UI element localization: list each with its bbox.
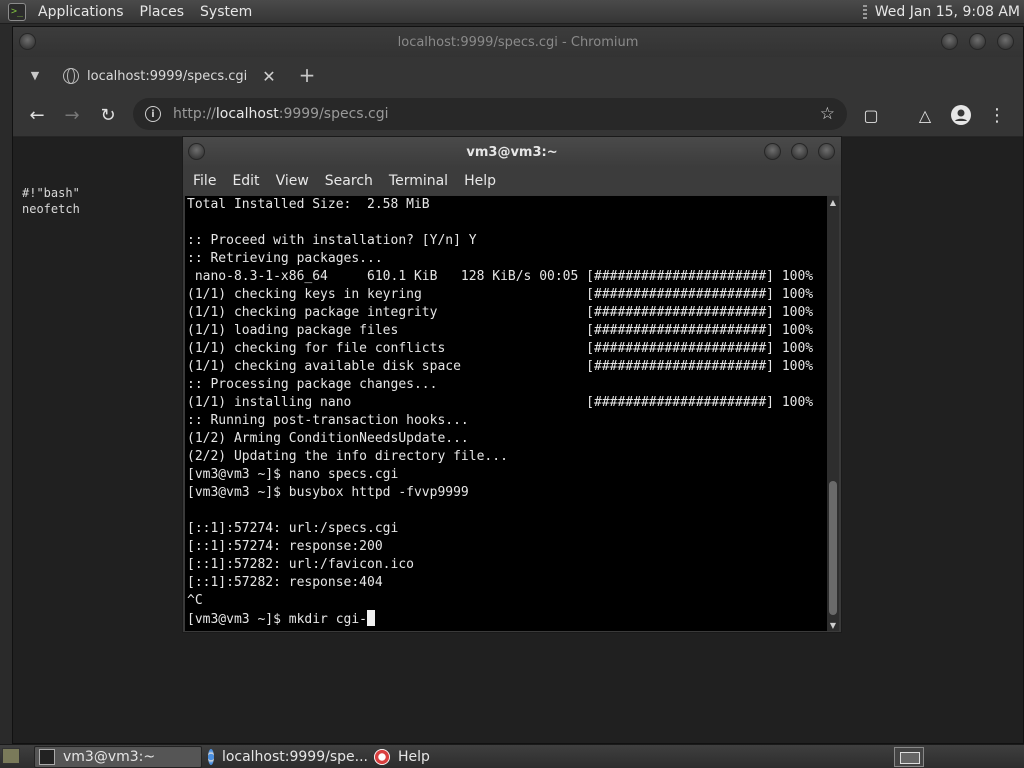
terminal-title: vm3@vm3:~ <box>466 144 558 160</box>
terminal-line: [::1]:57274: url:/specs.cgi <box>187 521 399 536</box>
reload-icon[interactable]: ↻ <box>96 103 120 127</box>
minimize-icon[interactable] <box>941 33 958 50</box>
taskbar-label-help: Help <box>398 749 430 765</box>
maximize-icon[interactable] <box>969 33 986 50</box>
tab-search-chevron-icon[interactable]: ▼ <box>25 65 45 85</box>
terminal-maximize-icon[interactable] <box>791 143 808 160</box>
menu-search[interactable]: Search <box>317 173 381 189</box>
terminal-line: (1/1) loading package files [###########… <box>187 323 814 338</box>
terminal-line: :: Running post-transaction hooks... <box>187 413 469 428</box>
forward-arrow-icon[interactable]: → <box>60 103 84 127</box>
tab-title: localhost:9999/specs.cgi <box>87 68 248 84</box>
terminal-line: [vm3@vm3 ~]$ busybox httpd -fvvp9999 <box>187 485 469 500</box>
terminal-line: (1/1) checking available disk space [###… <box>187 359 814 374</box>
browser-toolbar: ← → ↻ i http://localhost:9999/specs.cgi … <box>13 93 1023 137</box>
terminal-line: [::1]:57282: response:404 <box>187 575 383 590</box>
site-info-icon[interactable]: i <box>145 106 161 122</box>
extensions-puzzle-icon[interactable]: ▢ <box>859 103 883 127</box>
terminal-menubar: File Edit View Search Terminal Help <box>183 167 841 195</box>
menu-edit[interactable]: Edit <box>224 173 267 189</box>
terminal-line: (1/1) installing nano [#################… <box>187 395 814 410</box>
tab-close-icon[interactable]: ✕ <box>261 67 277 86</box>
terminal-line: :: Retrieving packages... <box>187 251 383 266</box>
top-panel: >_ Applications Places System Wed Jan 15… <box>0 0 1024 24</box>
show-desktop-icon[interactable] <box>2 748 20 764</box>
kebab-menu-icon[interactable]: ⋮ <box>985 103 1009 127</box>
terminal-line: (1/1) checking package integrity [######… <box>187 305 814 320</box>
taskbar-item-help[interactable]: Help <box>370 746 490 768</box>
close-window-icon[interactable] <box>997 33 1014 50</box>
address-bar[interactable]: i http://localhost:9999/specs.cgi ☆ <box>133 98 847 130</box>
terminal-line: nano-8.3-1-x86_64 610.1 KiB 128 KiB/s 00… <box>187 269 814 284</box>
terminal-line: [vm3@vm3 ~]$ nano specs.cgi <box>187 467 399 482</box>
panel-grip-icon <box>862 4 867 19</box>
terminal-line: (2/2) Updating the info directory file..… <box>187 449 508 464</box>
tab-strip: ▼ localhost:9999/specs.cgi ✕ + <box>13 57 1023 93</box>
clock[interactable]: Wed Jan 15, 9:08 AM <box>875 4 1020 20</box>
terminal-prompt-line[interactable]: [vm3@vm3 ~]$ mkdir cgi- <box>185 610 828 628</box>
url-path: :9999/specs.cgi <box>278 106 389 122</box>
terminal-line: :: Processing package changes... <box>187 377 438 392</box>
terminal-line: (1/2) Arming ConditionNeedsUpdate... <box>187 431 469 446</box>
back-arrow-icon[interactable]: ← <box>25 103 49 127</box>
url-host: localhost <box>215 106 279 122</box>
globe-icon <box>63 68 79 84</box>
workspace-switcher[interactable] <box>894 747 924 767</box>
terminal-scrollbar[interactable]: ▲ ▼ <box>827 196 839 631</box>
menu-help[interactable]: Help <box>456 173 504 189</box>
taskbar-label-terminal: vm3@vm3:~ <box>63 749 156 765</box>
taskbar-label-chromium: localhost:9999/spe... <box>221 749 368 765</box>
menu-file[interactable]: File <box>185 173 224 189</box>
prompt-text: [vm3@vm3 ~]$ mkdir cgi- <box>187 612 368 627</box>
browser-window-title: localhost:9999/specs.cgi - Chromium <box>397 34 639 50</box>
terminal-output[interactable]: Total Installed Size: 2.58 MiB :: Procee… <box>185 196 828 631</box>
terminal-line: :: Proceed with installation? [Y/n] Y <box>187 233 477 248</box>
labs-flask-icon[interactable]: △ <box>913 103 937 127</box>
terminal-window-menu-icon[interactable] <box>188 143 205 160</box>
bookmark-star-icon[interactable]: ☆ <box>820 104 835 124</box>
terminal-line: Total Installed Size: 2.58 MiB <box>187 197 430 212</box>
taskbar: vm3@vm3:~ localhost:9999/spe... Help <box>0 744 1024 768</box>
menu-places[interactable]: Places <box>132 4 193 20</box>
terminal-app-icon[interactable]: >_ <box>8 2 26 21</box>
terminal-minimize-icon[interactable] <box>764 143 781 160</box>
terminal-titlebar[interactable]: vm3@vm3:~ <box>183 137 841 167</box>
text-cursor <box>367 610 376 626</box>
page-body-text: #!"bash" neofetch <box>22 186 80 216</box>
new-tab-plus-icon[interactable]: + <box>297 63 317 87</box>
taskbar-item-terminal[interactable]: vm3@vm3:~ <box>34 746 202 768</box>
help-lifebuoy-icon <box>374 749 390 765</box>
terminal-line: [::1]:57274: response:200 <box>187 539 383 554</box>
terminal-line: (1/1) checking keys in keyring [########… <box>187 287 814 302</box>
taskbar-item-chromium[interactable]: localhost:9999/spe... <box>204 746 368 768</box>
url-scheme: http:// <box>173 106 216 122</box>
terminal-line: (1/1) checking for file conflicts [#####… <box>187 341 814 356</box>
terminal-icon <box>39 749 55 765</box>
browser-titlebar[interactable]: localhost:9999/specs.cgi - Chromium <box>13 27 1023 57</box>
terminal-window: vm3@vm3:~ File Edit View Search Terminal… <box>182 136 842 633</box>
scroll-up-arrow-icon[interactable]: ▲ <box>827 196 839 208</box>
menu-system[interactable]: System <box>192 4 260 20</box>
menu-applications[interactable]: Applications <box>30 4 132 20</box>
menu-terminal[interactable]: Terminal <box>381 173 456 189</box>
scrollbar-thumb[interactable] <box>829 481 837 615</box>
profile-avatar-icon[interactable] <box>949 103 973 127</box>
terminal-line: [::1]:57282: url:/favicon.ico <box>187 557 414 572</box>
terminal-close-icon[interactable] <box>818 143 835 160</box>
menu-view[interactable]: View <box>268 173 317 189</box>
terminal-line: ^C <box>187 593 203 608</box>
scroll-down-arrow-icon[interactable]: ▼ <box>827 619 839 631</box>
tab-specs-cgi[interactable]: localhost:9999/specs.cgi ✕ <box>51 59 289 93</box>
chromium-icon <box>208 749 214 765</box>
